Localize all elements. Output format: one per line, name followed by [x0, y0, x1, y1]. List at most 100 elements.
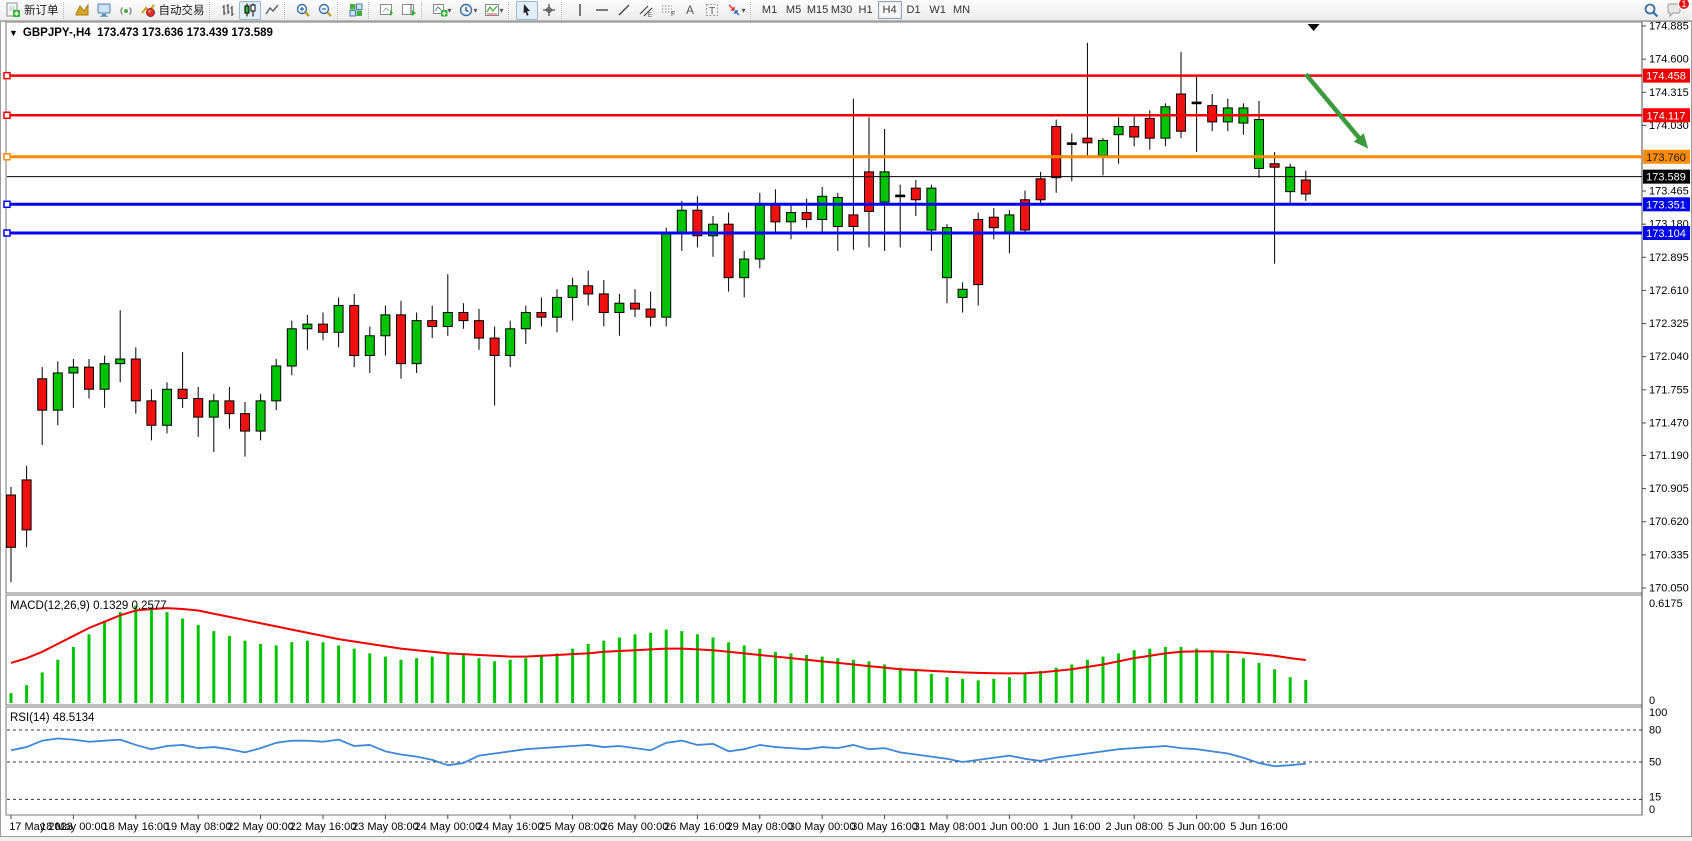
- price-chart-canvas[interactable]: 174.885174.600174.315174.030173.465173.1…: [1, 22, 1691, 836]
- notification-badge: 1: [1678, 0, 1690, 10]
- zoom-out-icon: [317, 2, 333, 18]
- trendline-tool-button[interactable]: [613, 1, 635, 20]
- new-chart-button[interactable]: ▾: [429, 1, 455, 20]
- arrows-tool-button[interactable]: ▾: [723, 1, 749, 20]
- price-level-badge-label: 174.458: [1646, 71, 1686, 83]
- candle-body: [943, 228, 952, 278]
- time-axis-label: 25 May 08:00: [539, 821, 606, 833]
- notifications-button[interactable]: 1: [1663, 1, 1686, 20]
- rsi-axis-label: 100: [1649, 707, 1667, 719]
- toolbar-separator: [284, 2, 291, 19]
- candle-body: [412, 321, 421, 364]
- time-axis-label: 31 May 08:00: [914, 821, 981, 833]
- candle-body: [475, 321, 484, 338]
- candle-body: [38, 379, 47, 410]
- timeframe-button-mn[interactable]: MN: [950, 1, 974, 19]
- crosshair-tool-button[interactable]: [538, 1, 560, 20]
- candle-body: [677, 210, 686, 233]
- time-axis-label: 26 May 16:00: [664, 821, 731, 833]
- macd-axis-zero-label: 0: [1649, 695, 1655, 707]
- timeframe-button-h4[interactable]: H4: [878, 1, 902, 19]
- channel-tool-button[interactable]: E: [635, 1, 657, 20]
- price-level-badge-label: 174.117: [1647, 110, 1686, 122]
- zoom-in-button[interactable]: [292, 1, 314, 20]
- profiles-button[interactable]: [71, 1, 93, 20]
- rsi-axis-label: 15: [1649, 791, 1661, 803]
- toolbar-separator: [368, 2, 375, 19]
- macd-indicator-label: MACD(12,26,9) 0.1329 0.2577: [10, 600, 167, 612]
- price-level-badge-label: 173.104: [1646, 228, 1686, 240]
- timeframe-button-m5[interactable]: M5: [782, 1, 806, 19]
- candle-body: [521, 313, 530, 329]
- horizontal-line-tool-button[interactable]: [591, 1, 613, 20]
- price-axis-tick-label: 171.190: [1649, 450, 1689, 462]
- candle-body: [459, 313, 468, 321]
- candle-body: [287, 329, 296, 366]
- crosshair-icon: [541, 2, 557, 18]
- chart-shift-button[interactable]: [398, 1, 420, 20]
- candle-body: [397, 315, 406, 364]
- candle-body: [740, 259, 749, 278]
- line-handle[interactable]: [4, 154, 10, 160]
- candle-body: [802, 213, 811, 220]
- macd-axis-max-label: 0.6175: [1649, 598, 1683, 610]
- vertical-line-tool-button[interactable]: [569, 1, 591, 20]
- toolbar-separator: [750, 2, 757, 19]
- candle-body: [1286, 167, 1295, 191]
- label-tool-button[interactable]: T: [701, 1, 723, 20]
- timeframe-button-h1[interactable]: H1: [854, 1, 878, 19]
- candle-body: [85, 367, 94, 389]
- auto-trading-icon: [140, 2, 156, 18]
- svg-text:E: E: [648, 13, 652, 18]
- toolbar-separator: [63, 2, 70, 19]
- timeframe-button-m15[interactable]: M15: [806, 1, 830, 19]
- line-handle[interactable]: [4, 201, 10, 207]
- rsi-axis-label: 50: [1649, 757, 1661, 769]
- tile-windows-button[interactable]: [345, 1, 367, 20]
- time-axis-label: 29 May 08:00: [726, 821, 793, 833]
- timeframe-button-w1[interactable]: W1: [926, 1, 950, 19]
- candle-body: [662, 233, 671, 317]
- terminal-button[interactable]: [93, 1, 115, 20]
- timeframe-button-d1[interactable]: D1: [902, 1, 926, 19]
- cursor-tool-button[interactable]: [516, 1, 538, 20]
- price-level-badge-label: 173.760: [1646, 152, 1686, 164]
- price-axis-tick-label: 174.600: [1649, 54, 1689, 66]
- templates-button[interactable]: ▾: [481, 1, 507, 20]
- candle-body: [365, 336, 374, 356]
- text-tool-button[interactable]: A: [679, 1, 701, 20]
- candle-body: [194, 399, 203, 418]
- line-handle[interactable]: [4, 73, 10, 79]
- timeframe-button-m1[interactable]: M1: [758, 1, 782, 19]
- line-chart-mode-button[interactable]: [261, 1, 283, 20]
- timeframe-button-m30[interactable]: M30: [830, 1, 854, 19]
- toolbar-separator: [337, 2, 344, 19]
- price-axis-tick-label: 170.905: [1649, 483, 1689, 495]
- fibonacci-tool-button[interactable]: F: [657, 1, 679, 20]
- line-handle[interactable]: [4, 112, 10, 118]
- candle-body: [1005, 215, 1014, 234]
- candle-body: [1192, 102, 1201, 104]
- candle-body: [490, 338, 499, 355]
- candle-body: [1161, 107, 1170, 138]
- collapse-title-icon[interactable]: ▼: [9, 28, 18, 38]
- candle-body: [1099, 140, 1108, 155]
- signals-button[interactable]: [115, 1, 137, 20]
- search-button[interactable]: [1640, 1, 1663, 20]
- candle-body: [163, 389, 172, 425]
- auto-trading-button[interactable]: 自动交易: [137, 1, 208, 20]
- time-axis-label: 22 May 16:00: [290, 821, 357, 833]
- rsi-indicator-label: RSI(14) 48.5134: [10, 712, 94, 724]
- zoom-out-button[interactable]: [314, 1, 336, 20]
- candle-body: [771, 204, 780, 221]
- new-order-button[interactable]: 新订单: [2, 1, 62, 20]
- bar-chart-mode-button[interactable]: [217, 1, 239, 20]
- candle-body: [225, 401, 234, 414]
- chart-shift-icon: [401, 2, 417, 18]
- price-axis-tick-label: 172.040: [1649, 351, 1689, 363]
- periods-button[interactable]: ▾: [455, 1, 481, 20]
- auto-scroll-button[interactable]: [376, 1, 398, 20]
- line-handle[interactable]: [4, 230, 10, 236]
- candlestick-mode-button[interactable]: [239, 1, 261, 20]
- main-price-panel: [6, 22, 1642, 593]
